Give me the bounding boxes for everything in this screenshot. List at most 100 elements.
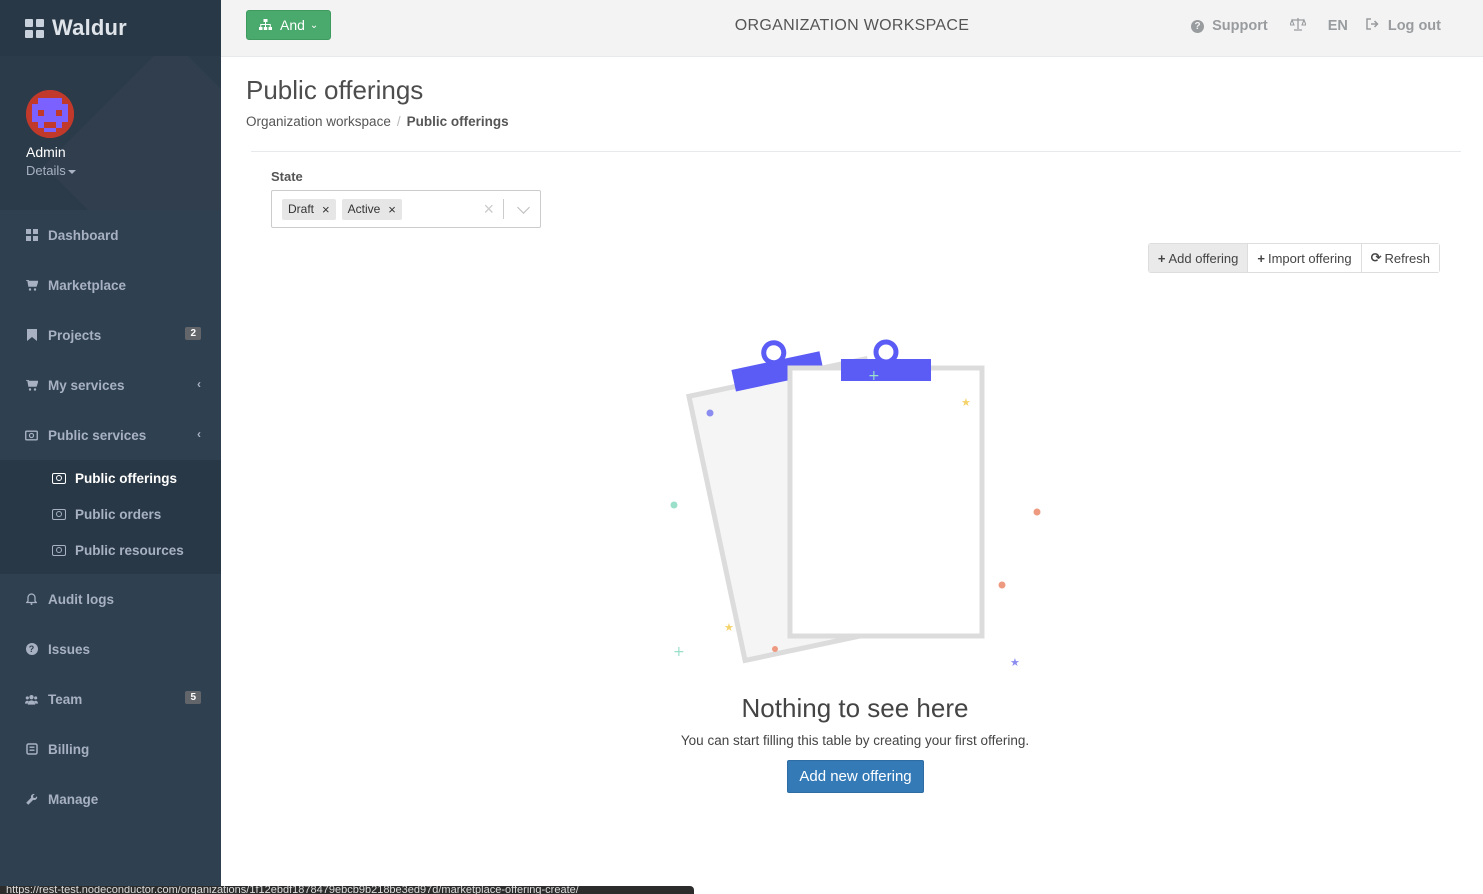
sidebar-item-public-services[interactable]: Public services ‹ <box>0 410 221 460</box>
state-tag-active: Active × <box>341 198 402 220</box>
chevron-down-icon[interactable] <box>517 201 530 214</box>
sidebar-subitem-label: Public resources <box>75 542 184 558</box>
sidebar: Waldur Admin Details Dashboard Marketpla… <box>0 0 221 894</box>
dashboard-icon <box>25 229 38 242</box>
question-circle-icon: ? <box>1191 19 1205 33</box>
sidebar-subitem-public-offerings[interactable]: Public offerings <box>0 460 221 496</box>
sidebar-item-label: Issues <box>48 641 91 657</box>
public-services-submenu: Public offerings Public orders Public re… <box>0 460 221 574</box>
avatar[interactable] <box>26 90 74 138</box>
state-filter-select[interactable]: Draft × Active × × <box>271 190 541 228</box>
top-navbar: And ⌄ ORGANIZATION WORKSPACE ? Support E… <box>221 0 1483 57</box>
add-new-offering-button[interactable]: Add new offering <box>787 760 924 793</box>
empty-clipboards-illustration: + + ★ ★ ★ <box>670 339 1041 664</box>
profile-details-toggle[interactable]: Details <box>26 163 221 178</box>
offering-actions: + Add offering + Import offering ⟳ Refresh <box>1147 243 1440 273</box>
bell-icon <box>25 593 38 606</box>
cart-icon <box>25 279 38 292</box>
refresh-label: Refresh <box>1384 250 1430 266</box>
logout-label: Log out <box>1387 18 1441 34</box>
svg-text:★: ★ <box>961 396 971 409</box>
sidebar-item-dashboard[interactable]: Dashboard <box>0 210 221 260</box>
question-icon: ? <box>25 643 38 656</box>
empty-state-title: Nothing to see here <box>741 693 969 723</box>
remove-tag-icon[interactable]: × <box>322 202 330 217</box>
import-offering-label: Import offering <box>1267 250 1352 266</box>
breadcrumb-separator: / <box>396 114 401 129</box>
billing-icon <box>25 743 38 756</box>
support-link[interactable]: ? Support <box>1191 18 1268 34</box>
state-filter-label: State <box>271 169 303 184</box>
chevron-left-icon: ‹ <box>197 427 201 441</box>
avatar-pattern-icon <box>26 90 74 138</box>
breadcrumb-current: Public offerings <box>406 114 509 129</box>
money-icon <box>52 508 66 520</box>
empty-state-subtitle: You can start filling this table by crea… <box>680 733 1030 748</box>
header-divider <box>251 151 1461 152</box>
state-tag-label: Active <box>347 202 381 216</box>
import-offering-button[interactable]: + Import offering <box>1247 244 1361 272</box>
refresh-icon: ⟳ <box>1370 250 1382 265</box>
sidebar-nav-lower: Audit logs ? Issues Team 5 Billing Manag… <box>0 574 221 824</box>
sidebar-item-billing[interactable]: Billing <box>0 724 221 774</box>
brand[interactable]: Waldur <box>0 0 221 56</box>
clear-icon[interactable]: × <box>483 199 494 220</box>
sidebar-item-issues[interactable]: ? Issues <box>0 624 221 674</box>
sidebar-item-marketplace[interactable]: Marketplace <box>0 260 221 310</box>
caret-down-icon <box>67 169 76 174</box>
sidebar-subitem-label: Public orders <box>75 506 162 522</box>
balance-scale-icon <box>1288 17 1307 35</box>
chevron-left-icon: ‹ <box>197 377 201 391</box>
state-tag-label: Draft <box>288 202 315 216</box>
sidebar-item-team[interactable]: Team 5 <box>0 674 221 724</box>
svg-text:+: + <box>673 644 685 660</box>
grid-logo-icon <box>25 18 44 38</box>
remove-tag-icon[interactable]: × <box>388 202 396 217</box>
state-tag-draft: Draft × <box>282 198 336 220</box>
money-icon <box>52 472 66 484</box>
status-bar-url: https://rest-test.nodeconductor.com/orga… <box>0 886 694 894</box>
plus-icon: + <box>1157 250 1166 266</box>
logout-link[interactable]: Log out <box>1366 18 1441 34</box>
select-separator <box>503 199 504 219</box>
add-offering-button[interactable]: + Add offering <box>1148 244 1248 272</box>
sidebar-item-label: Public services <box>48 427 147 443</box>
sidebar-item-projects[interactable]: Projects 2 <box>0 310 221 360</box>
brand-name: Waldur <box>52 15 127 40</box>
sidebar-subitem-public-resources[interactable]: Public resources <box>0 532 221 568</box>
language-selector[interactable]: EN <box>1328 18 1348 34</box>
terms-link[interactable] <box>1288 17 1307 35</box>
sidebar-subitem-label: Public offerings <box>75 470 178 486</box>
language-label: EN <box>1327 18 1348 34</box>
sidebar-item-my-services[interactable]: My services ‹ <box>0 360 221 410</box>
sidebar-item-audit-logs[interactable]: Audit logs <box>0 574 221 624</box>
profile-name: Admin <box>26 144 66 160</box>
bookmark-icon <box>25 329 38 342</box>
svg-text:★: ★ <box>724 621 734 634</box>
sidebar-item-label: Dashboard <box>48 227 119 243</box>
sidebar-item-label: Marketplace <box>48 277 127 293</box>
sidebar-item-label: Audit logs <box>48 591 114 607</box>
svg-text:★: ★ <box>1010 656 1020 669</box>
refresh-button[interactable]: ⟳ Refresh <box>1360 244 1439 272</box>
sidebar-item-manage[interactable]: Manage <box>0 774 221 824</box>
sidebar-item-label: Manage <box>48 791 99 807</box>
sidebar-item-label: Billing <box>48 741 90 757</box>
add-offering-label: Add offering <box>1168 250 1239 266</box>
sidebar-item-label: My services <box>48 377 125 393</box>
sidebar-subitem-public-orders[interactable]: Public orders <box>0 496 221 532</box>
money-icon <box>25 429 38 442</box>
projects-count-badge: 2 <box>185 327 201 340</box>
sign-out-icon <box>1366 18 1380 34</box>
wrench-icon <box>25 793 38 806</box>
top-right-menu: ? Support EN Log out <box>1169 17 1441 35</box>
breadcrumb-parent-link[interactable]: Organization workspace <box>246 114 391 129</box>
breadcrumb: Organization workspace / Public offerings <box>246 114 509 129</box>
cart-icon <box>25 379 38 392</box>
support-label: Support <box>1212 18 1268 34</box>
sidebar-item-label: Team <box>48 691 83 707</box>
profile: Admin Details <box>0 56 221 210</box>
plus-icon: + <box>1257 250 1265 266</box>
team-count-badge: 5 <box>185 691 201 704</box>
sidebar-nav: Dashboard Marketplace Projects 2 My serv… <box>0 210 221 460</box>
